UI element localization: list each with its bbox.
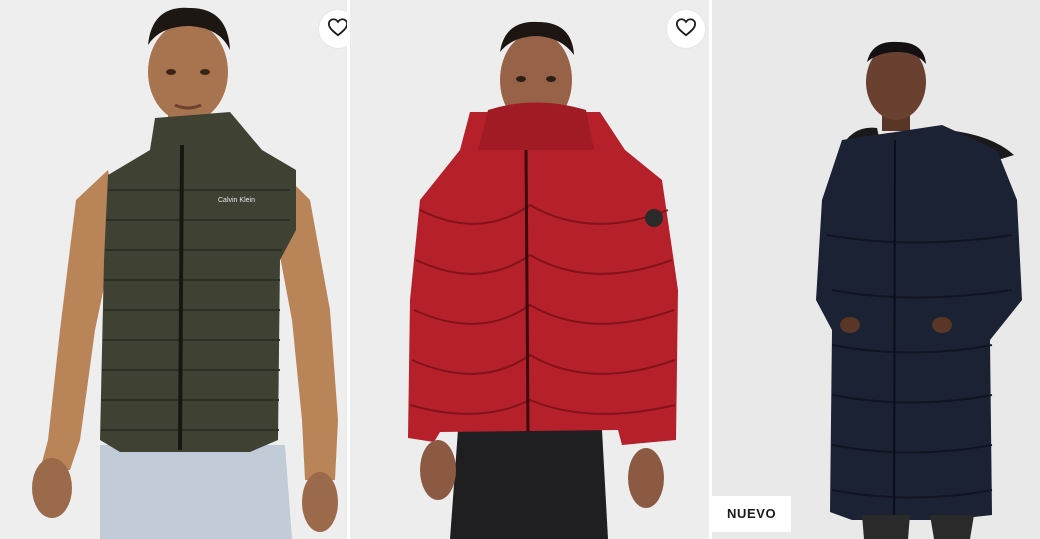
new-badge: NUEVO <box>712 496 792 532</box>
product-image-red-puffer[interactable] <box>350 0 709 539</box>
heart-outline-icon <box>675 17 697 42</box>
product-card-red-puffer[interactable] <box>350 0 709 539</box>
brand-print-text: Calvin Klein <box>218 197 255 204</box>
model-photo-green-vest: Calvin Klein <box>0 0 347 539</box>
product-card-green-vest[interactable]: Calvin Klein <box>0 0 347 539</box>
model-photo-navy-parka <box>712 0 1040 539</box>
product-card-navy-parka[interactable]: NUEVO <box>712 0 1040 539</box>
heart-outline-icon <box>327 17 347 42</box>
product-image-navy-parka[interactable] <box>712 0 1040 539</box>
product-grid: Calvin Klein NUEVO <box>0 0 1040 539</box>
model-photo-red-puffer <box>350 0 709 539</box>
product-image-green-vest[interactable]: Calvin Klein <box>0 0 347 539</box>
wishlist-button-red-puffer[interactable] <box>667 10 705 48</box>
